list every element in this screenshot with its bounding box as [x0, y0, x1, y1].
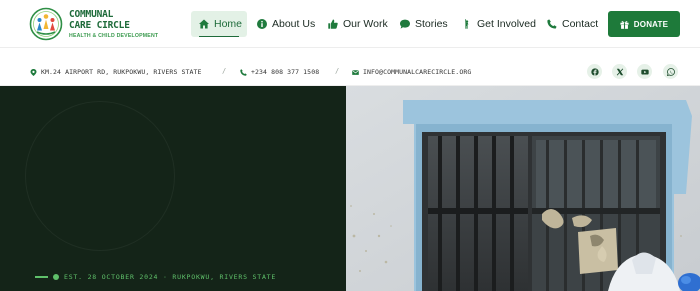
established-text: EST. 28 OCTOBER 2024 · RUKPOKWU, RIVERS … [64, 273, 277, 281]
donate-button-label: DONATE [633, 19, 669, 29]
nav-our-work[interactable]: Our Work [320, 11, 396, 37]
facebook-icon[interactable] [587, 64, 602, 79]
nav-contact[interactable]: Contact [539, 11, 606, 37]
youtube-icon[interactable] [637, 64, 652, 79]
established-badge: EST. 28 OCTOBER 2024 · RUKPOKWU, RIVERS … [35, 273, 276, 281]
phone-text: +234 808 377 1508 [251, 68, 320, 76]
accent-dot [53, 274, 59, 280]
info-separator: / [222, 67, 227, 75]
gift-icon [620, 20, 629, 29]
nav-contact-label: Contact [562, 18, 599, 30]
nav-home-label: Home [214, 18, 243, 30]
nav-about-us-label: About Us [272, 18, 316, 30]
map-pin-icon [30, 68, 37, 76]
nav-about-us[interactable]: About Us [249, 11, 323, 37]
brand-name-line2: CARE CIRCLE [69, 20, 130, 31]
window-photo [346, 86, 700, 291]
home-icon [199, 19, 209, 29]
hero-panel: EST. 28 OCTOBER 2024 · RUKPOKWU, RIVERS … [0, 86, 346, 291]
donate-button[interactable]: DONATE [608, 11, 680, 37]
phone-icon [547, 19, 557, 29]
hero-image [346, 86, 700, 291]
info-icon [257, 19, 267, 29]
nav-stories[interactable]: Stories [392, 11, 456, 37]
nav-get-involved[interactable]: Get Involved [454, 11, 544, 37]
nav-stories-label: Stories [415, 18, 448, 30]
brand-name-line1: COMMUNAL [69, 9, 114, 20]
x-icon[interactable] [612, 64, 627, 79]
email-info[interactable]: INFO@COMMUNALCARECIRCLE.ORG [352, 68, 471, 76]
info-separator: / [335, 67, 340, 75]
brand-tagline: HEALTH & CHILD DEVELOPMENT [69, 33, 159, 39]
people-circle-logo-icon[interactable] [29, 7, 63, 41]
mail-icon [352, 69, 359, 75]
nav-home[interactable]: Home [191, 11, 247, 37]
site-header: COMMUNAL CARE CIRCLE HEALTH & CHILD DEVE… [0, 0, 700, 48]
phone-icon [240, 68, 247, 76]
accent-dash [35, 276, 48, 278]
person-raise-hand-icon [465, 19, 469, 29]
chat-bubble-icon [400, 19, 410, 29]
whatsapp-icon[interactable] [663, 64, 678, 79]
brand-wordmark[interactable]: COMMUNAL CARE CIRCLE HEALTH & CHILD DEVE… [69, 9, 158, 39]
nav-get-involved-label: Get Involved [477, 18, 536, 30]
thumbs-up-icon [328, 19, 338, 29]
email-text: INFO@COMMUNALCARECIRCLE.ORG [363, 68, 472, 76]
address-text: KM.24 AIRPORT RD, RUKPOKWU, RIVERS STATE [41, 68, 202, 76]
contact-info-bar: KM.24 AIRPORT RD, RUKPOKWU, RIVERS STATE… [0, 48, 700, 86]
nav-our-work-label: Our Work [343, 18, 388, 30]
phone-info[interactable]: +234 808 377 1508 [240, 68, 319, 76]
address-info: KM.24 AIRPORT RD, RUKPOKWU, RIVERS STATE [30, 68, 202, 76]
decorative-ring [25, 101, 175, 251]
